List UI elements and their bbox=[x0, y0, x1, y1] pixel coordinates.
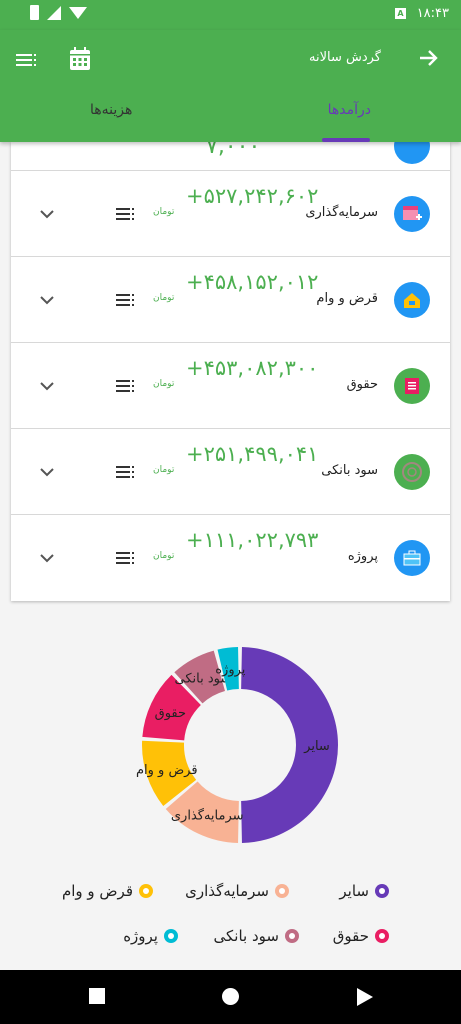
chevron-down-icon[interactable] bbox=[37, 290, 57, 310]
list-item[interactable]: پروژه +۱۱۱,۰۲۲,۷۹۳ تومان bbox=[11, 514, 450, 600]
legend-marker-icon bbox=[139, 884, 153, 898]
arrow-forward-icon[interactable] bbox=[417, 46, 441, 70]
battery-icon bbox=[30, 5, 39, 20]
category-icon bbox=[394, 142, 430, 164]
app-bar: گردش سالانه درآمدها هزینه‌ها bbox=[0, 30, 461, 142]
legend-item: سایر bbox=[339, 882, 389, 900]
page-title: گردش سالانه bbox=[308, 50, 381, 65]
currency-unit: تومان bbox=[153, 379, 175, 389]
salary-icon bbox=[394, 368, 430, 404]
legend-label: پروژه bbox=[123, 927, 158, 945]
legend-label: سرمایه‌گذاری bbox=[185, 882, 269, 900]
legend-label: سود بانکی bbox=[213, 927, 279, 945]
category-name: سود بانکی bbox=[321, 463, 378, 478]
legend-marker-icon bbox=[285, 929, 299, 943]
store-add-icon bbox=[394, 196, 430, 232]
legend-item: پروژه bbox=[123, 927, 178, 945]
list-item[interactable]: حقوق +۴۵۳,۰۸۲,۳۰۰ تومان bbox=[11, 342, 450, 428]
list-item[interactable]: سرمایه‌گذاری +۵۲۷,۲۴۲,۶۰۲ تومان bbox=[11, 170, 450, 256]
legend-marker-icon bbox=[275, 884, 289, 898]
legend-label: سایر bbox=[339, 882, 369, 900]
chevron-down-icon[interactable] bbox=[37, 462, 57, 482]
list-icon[interactable] bbox=[116, 292, 136, 308]
legend-item: سود بانکی bbox=[214, 927, 299, 945]
legend-label: قرض و وام bbox=[61, 882, 133, 900]
slice-label: قرض و وام bbox=[136, 763, 198, 778]
chevron-down-icon[interactable] bbox=[37, 376, 57, 396]
currency-unit: تومان bbox=[153, 551, 175, 561]
list-icon[interactable] bbox=[116, 206, 136, 222]
wifi-icon bbox=[69, 6, 87, 19]
category-name: حقوق bbox=[346, 377, 378, 392]
currency-unit: تومان bbox=[153, 207, 175, 217]
slice-label: پروژه bbox=[215, 663, 246, 678]
category-amount: +۴۵۳,۰۸۲,۳۰۰ bbox=[186, 356, 319, 380]
chevron-down-icon[interactable] bbox=[37, 204, 57, 224]
list-item[interactable]: قرض و وام +۴۵۸,۱۵۲,۰۱۲ تومان bbox=[11, 256, 450, 342]
category-amount: +۵۲۷,۲۴۲,۶۰۲ bbox=[186, 184, 319, 208]
category-list: ۷,۰۰۰ سرمایه‌گذاری +۵۲۷,۲۴۲,۶۰۲ تومان قر… bbox=[11, 142, 450, 601]
home-button[interactable] bbox=[222, 988, 239, 1005]
tab-expense[interactable]: هزینه‌ها bbox=[90, 102, 132, 118]
legend-item: سرمایه‌گذاری bbox=[185, 882, 289, 900]
income-donut-chart: سایرسرمایه‌گذاریقرض و وامحقوقسود بانکیپر… bbox=[136, 647, 339, 843]
status-bar: A ۱۸:۴۳ bbox=[0, 0, 461, 30]
notification-icon: A bbox=[395, 8, 406, 19]
list-icon[interactable] bbox=[116, 550, 136, 566]
project-icon bbox=[394, 540, 430, 576]
legend-marker-icon bbox=[164, 929, 178, 943]
currency-unit: تومان bbox=[153, 293, 175, 303]
chevron-down-icon[interactable] bbox=[37, 548, 57, 568]
category-amount: +۴۵۸,۱۵۲,۰۱۲ bbox=[186, 270, 319, 294]
signal-icon bbox=[47, 5, 61, 20]
legend-marker-icon bbox=[375, 929, 389, 943]
slice-label: حقوق bbox=[155, 706, 186, 721]
list-item[interactable]: سود بانکی +۲۵۱,۴۹۹,۰۴۱ تومان bbox=[11, 428, 450, 514]
tab-income[interactable]: درآمدها bbox=[328, 102, 371, 118]
calendar-icon[interactable] bbox=[68, 46, 92, 72]
status-icons bbox=[30, 5, 87, 20]
back-button[interactable] bbox=[357, 988, 373, 1006]
bank-interest-icon bbox=[394, 454, 430, 490]
loan-icon bbox=[394, 282, 430, 318]
category-name: قرض و وام bbox=[316, 291, 378, 306]
menu-icon[interactable] bbox=[14, 48, 38, 72]
legend-label: حقوق bbox=[332, 927, 369, 945]
slice-label: سرمایه‌گذاری bbox=[171, 808, 244, 824]
system-nav-bar bbox=[0, 970, 461, 1024]
list-icon[interactable] bbox=[116, 464, 136, 480]
category-amount: +۱۱۱,۰۲۲,۷۹۳ bbox=[186, 528, 319, 552]
list-icon[interactable] bbox=[116, 378, 136, 394]
status-time: ۱۸:۴۳ bbox=[416, 6, 449, 21]
legend-item: حقوق bbox=[333, 927, 389, 945]
recents-button[interactable] bbox=[89, 988, 105, 1004]
slice-label: سایر bbox=[303, 739, 330, 754]
category-amount: +۲۵۱,۴۹۹,۰۴۱ bbox=[186, 442, 319, 466]
legend-marker-icon bbox=[375, 884, 389, 898]
category-name: پروژه bbox=[347, 549, 378, 564]
legend-item: قرض و وام bbox=[62, 882, 153, 900]
tab-indicator bbox=[322, 138, 370, 142]
currency-unit: تومان bbox=[153, 465, 175, 475]
partial-row-amount: ۷,۰۰۰ bbox=[206, 142, 261, 159]
